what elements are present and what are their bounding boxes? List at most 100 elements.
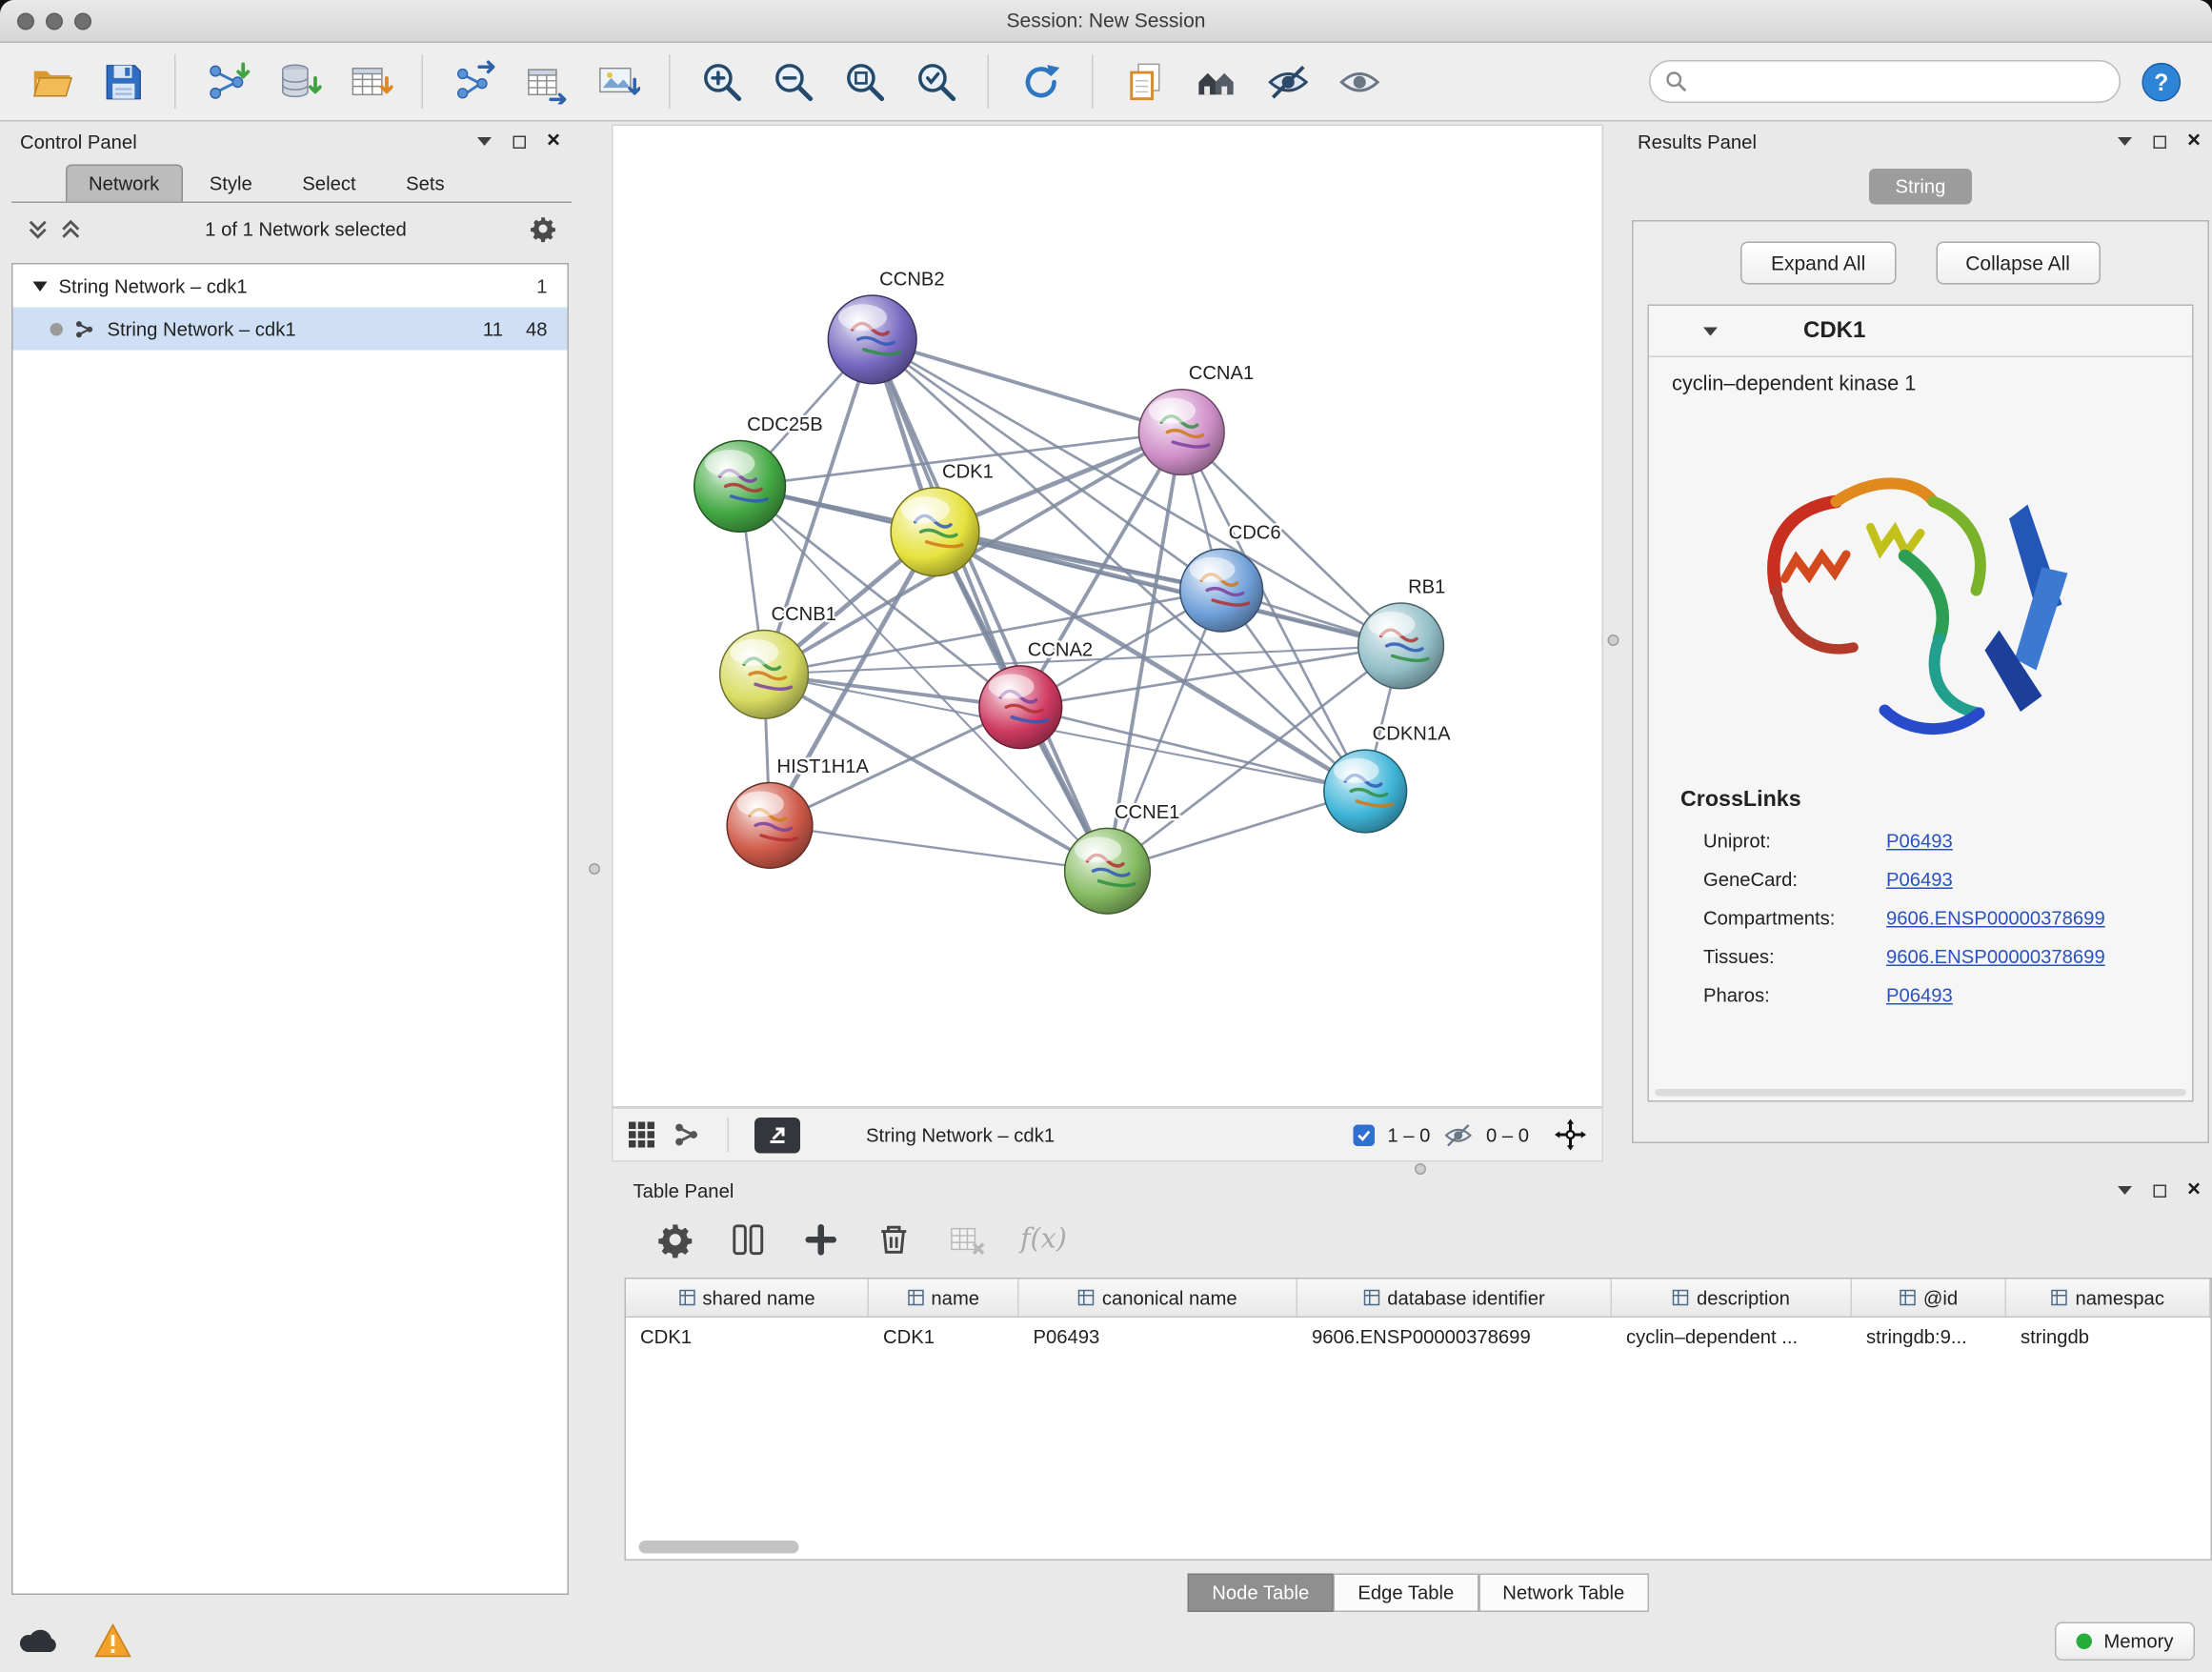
column-header-canonical-name[interactable]: canonical name	[1019, 1279, 1298, 1317]
gear-icon[interactable]	[529, 214, 557, 243]
splitter-handle-left[interactable]	[589, 863, 600, 875]
hidden-eye-slash-icon[interactable]	[1443, 1119, 1474, 1150]
close-panel-icon[interactable]: ×	[2187, 1179, 2201, 1202]
network-collection-row[interactable]: String Network – cdk1 1	[13, 265, 568, 308]
column-header-name[interactable]: name	[869, 1279, 1019, 1317]
table-settings-gear-icon[interactable]	[656, 1219, 695, 1259]
close-panel-icon[interactable]: ×	[2187, 131, 2201, 153]
horizontal-scrollbar[interactable]	[639, 1541, 799, 1554]
splitter-handle-bottom[interactable]	[1415, 1163, 1426, 1175]
crosslink-link[interactable]: P06493	[1886, 869, 1953, 891]
show-all-button[interactable]	[1328, 51, 1391, 111]
tab-node-table[interactable]: Node Table	[1188, 1574, 1334, 1613]
search-field[interactable]	[1649, 60, 2121, 103]
table-row[interactable]: CDK1CDK1P064939606.ENSP00000378699cyclin…	[626, 1318, 2211, 1357]
tab-string[interactable]: String	[1870, 169, 1972, 205]
delete-column-icon[interactable]	[875, 1219, 914, 1259]
hide-selected-button[interactable]	[1257, 51, 1319, 111]
results-scrollbar[interactable]	[1655, 1089, 2186, 1097]
table-cell[interactable]: CDK1	[869, 1318, 1019, 1357]
open-session-button[interactable]	[20, 51, 83, 111]
protein-section-header[interactable]: CDK1	[1649, 306, 2192, 357]
first-neighbors-button[interactable]	[1185, 51, 1248, 111]
export-network-button[interactable]	[443, 51, 506, 111]
crosslink-link[interactable]: 9606.ENSP00000378699	[1886, 908, 2105, 930]
export-table-button[interactable]	[514, 51, 577, 111]
column-header-shared-name[interactable]: shared name	[626, 1279, 869, 1317]
expand-all-button[interactable]: Expand All	[1740, 242, 1895, 285]
edge-CCNB2-CCNE1[interactable]	[873, 339, 1108, 871]
node-CCNB1[interactable]: CCNB1	[720, 604, 836, 718]
crosslink-link[interactable]: P06493	[1886, 831, 1953, 853]
show-columns-icon[interactable]	[729, 1219, 768, 1259]
panel-menu-icon[interactable]	[476, 137, 491, 146]
grid-view-icon[interactable]	[628, 1120, 656, 1149]
crosslink-link[interactable]: P06493	[1886, 985, 1953, 1007]
collapse-all-icon[interactable]	[26, 216, 50, 241]
zoom-out-button[interactable]	[762, 51, 825, 111]
import-network-from-database-button[interactable]	[268, 51, 331, 111]
close-panel-icon[interactable]: ×	[547, 131, 560, 153]
tab-edge-table[interactable]: Edge Table	[1334, 1574, 1478, 1613]
node-CCNB2[interactable]: CCNB2	[828, 270, 944, 384]
export-image-button[interactable]	[586, 51, 649, 111]
table-cell[interactable]: CDK1	[626, 1318, 869, 1357]
search-input[interactable]	[1697, 71, 2105, 92]
table-cell[interactable]: 9606.ENSP00000378699	[1297, 1318, 1612, 1357]
node-CCNA1[interactable]: CCNA1	[1138, 363, 1254, 474]
memory-button[interactable]: Memory	[2055, 1622, 2195, 1661]
table-cell[interactable]: stringdb:9...	[1852, 1318, 2006, 1357]
node-CDC6[interactable]: CDC6	[1180, 523, 1281, 632]
network-row[interactable]: String Network – cdk1 11 48	[13, 308, 568, 351]
zoom-selected-button[interactable]	[905, 51, 968, 111]
edge-count: 48	[526, 318, 548, 340]
import-table-from-file-button[interactable]	[339, 51, 402, 111]
panel-menu-icon[interactable]	[2117, 1186, 2131, 1195]
float-panel-icon[interactable]	[513, 135, 526, 149]
table-cell[interactable]: P06493	[1019, 1318, 1298, 1357]
zoom-in-button[interactable]	[691, 51, 754, 111]
node-RB1[interactable]: RB1	[1358, 577, 1446, 689]
float-panel-icon[interactable]	[2153, 1184, 2166, 1198]
tab-style[interactable]: Style	[187, 165, 275, 202]
section-collapse-icon[interactable]	[1703, 327, 1718, 335]
new-network-from-selection-button[interactable]	[1114, 51, 1176, 111]
import-network-from-file-button[interactable]	[196, 51, 259, 111]
network-overview-icon[interactable]	[674, 1120, 702, 1149]
network-graph[interactable]: CCNB2CCNA1CDC25BCDK1CDC6RB1CCNB1CCNA2CDK…	[613, 126, 1602, 1106]
edge-HIST1H1A-CCNE1[interactable]	[770, 825, 1107, 871]
tab-select[interactable]: Select	[279, 165, 378, 202]
column-header-description[interactable]: description	[1612, 1279, 1852, 1317]
zoom-fit-content-button[interactable]	[834, 51, 896, 111]
help-button[interactable]: ?	[2129, 51, 2192, 111]
column-header-@id[interactable]: @id	[1852, 1279, 2006, 1317]
add-column-icon[interactable]	[802, 1219, 841, 1259]
edge-CCNB2-CCNA1[interactable]	[873, 339, 1182, 432]
table-cell[interactable]: stringdb	[2006, 1318, 2211, 1357]
crosslink-link[interactable]: 9606.ENSP00000378699	[1886, 946, 2105, 968]
edge-CDK1-RB1[interactable]	[935, 532, 1401, 646]
panel-menu-icon[interactable]	[2117, 137, 2131, 146]
expand-all-icon[interactable]	[59, 216, 84, 241]
tab-network[interactable]: Network	[66, 165, 182, 202]
float-panel-icon[interactable]	[2153, 135, 2166, 149]
network-view[interactable]: CCNB2CCNA1CDC25BCDK1CDC6RB1CCNB1CCNA2CDK…	[612, 125, 1603, 1108]
selected-checkbox[interactable]	[1353, 1124, 1375, 1146]
tab-sets[interactable]: Sets	[383, 165, 468, 202]
collapse-all-button[interactable]: Collapse All	[1936, 242, 2101, 285]
column-header-namespac[interactable]: namespac	[2006, 1279, 2211, 1317]
splitter-handle-right[interactable]	[1608, 635, 1619, 646]
node-HIST1H1A[interactable]: HIST1H1A	[727, 756, 869, 868]
column-header-database-identifier[interactable]: database identifier	[1297, 1279, 1612, 1317]
cloud-icon[interactable]	[17, 1625, 60, 1657]
apply-preferred-layout-button[interactable]	[1009, 51, 1072, 111]
pan-move-icon[interactable]	[1554, 1118, 1588, 1152]
save-session-button[interactable]	[91, 51, 154, 111]
node-CDC25B[interactable]: CDC25B	[694, 414, 823, 532]
node-CDKN1A[interactable]: CDKN1A	[1324, 724, 1451, 833]
open-in-new-window-button[interactable]	[754, 1117, 800, 1153]
table-cell[interactable]: cyclin–dependent ...	[1612, 1318, 1852, 1357]
tree-expand-icon[interactable]	[33, 281, 48, 292]
tab-network-table[interactable]: Network Table	[1478, 1574, 1649, 1613]
warning-icon[interactable]	[94, 1623, 131, 1658]
